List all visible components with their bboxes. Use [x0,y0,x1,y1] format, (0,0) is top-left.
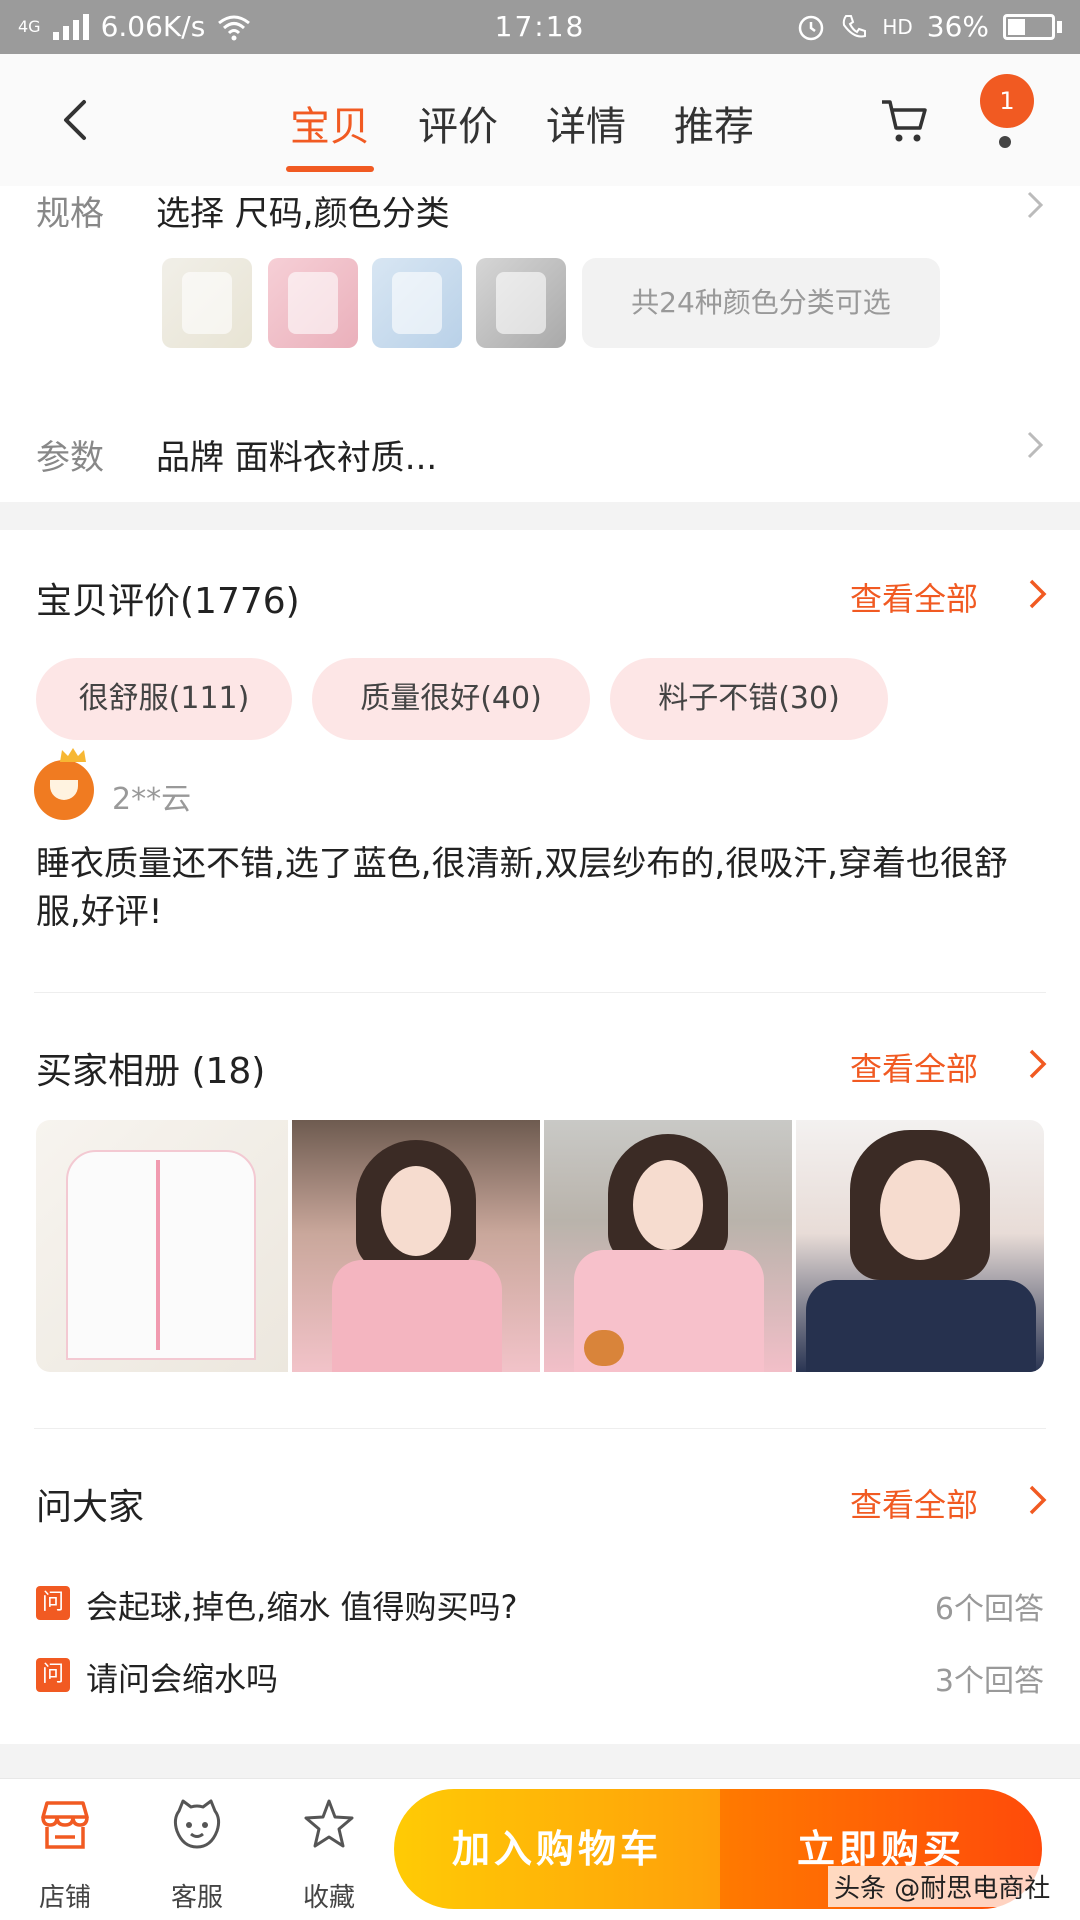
tab-item[interactable]: 宝贝 [286,94,374,172]
tab-bar: 宝贝 评价 详情 推荐 [286,94,754,172]
review-username: 2**云 [112,782,192,817]
crown-icon [60,748,86,762]
status-bar: 4G 6.06K/s 17:18 HD 36% [0,0,1080,54]
color-thumb[interactable] [372,258,462,348]
add-to-cart-button[interactable]: 加入购物车 [394,1789,720,1909]
chevron-right-icon[interactable] [1028,1484,1048,1516]
chevron-right-icon[interactable] [1026,190,1044,220]
notification-badge[interactable]: 1 [980,74,1034,128]
chevron-right-icon[interactable] [1026,430,1044,460]
star-icon [304,1799,354,1848]
divider [34,1428,1046,1429]
qa-answer-count[interactable]: 6个回答 [935,1584,1044,1628]
params-label: 参数 [36,438,104,478]
chevron-right-icon[interactable] [1028,1048,1048,1080]
spec-text[interactable]: 选择 尺码,颜色分类 [156,186,450,235]
cart-icon[interactable] [878,94,930,146]
reviews-title: 宝贝评价(1776) [36,581,300,622]
color-thumb[interactable] [476,258,566,348]
shop-label: 店铺 [38,1883,91,1913]
more-dot-icon[interactable] [999,136,1011,148]
album-photo[interactable] [36,1120,288,1372]
call-icon [843,14,867,37]
back-icon[interactable] [56,98,96,142]
review-tag[interactable]: 质量很好(40) [312,658,590,740]
shop-icon [41,1801,89,1849]
review-tag[interactable]: 料子不错(30) [610,658,888,740]
qa-question[interactable]: 会起球,掉色,缩水 值得购买吗? [86,1582,518,1628]
divider [34,992,1046,993]
review-tag[interactable]: 很舒服(111) [36,658,292,740]
color-thumb[interactable] [162,258,252,348]
reviews-see-all[interactable]: 查看全部 [850,574,978,620]
chevron-right-icon[interactable] [1028,578,1048,610]
tab-reviews[interactable]: 评价 [418,94,498,160]
service-label: 客服 [170,1883,223,1913]
qa-see-all[interactable]: 查看全部 [850,1480,978,1526]
qa-question[interactable]: 请问会缩水吗 [86,1654,278,1700]
color-thumb[interactable] [268,258,358,348]
tab-details[interactable]: 详情 [546,94,626,160]
avatar [34,748,94,820]
question-icon: 问 [36,1586,70,1620]
album-title: 买家相册 (18) [36,1051,266,1092]
alarm-icon [799,15,824,40]
album-see-all[interactable]: 查看全部 [850,1044,978,1090]
hd-indicator: HD [882,14,913,39]
more-colors-button[interactable]: 共24种颜色分类可选 [582,258,940,348]
battery-icon [1003,13,1062,40]
qa-answer-count[interactable]: 3个回答 [935,1656,1044,1700]
tab-recommend[interactable]: 推荐 [674,94,754,160]
customer-service-icon [173,1799,221,1849]
qa-title: 问大家 [36,1487,145,1528]
review-text: 睡衣质量还不错,选了蓝色,很清新,双层纱布的,很吸汗,穿着也很舒服,好评! [36,844,1009,932]
top-nav: 宝贝 评价 详情 推荐 1 [0,54,1080,186]
album-photo[interactable] [292,1120,540,1372]
album-photo[interactable] [544,1120,792,1372]
album-photo[interactable] [796,1120,1044,1372]
watermark: 头条 @耐思电商社 [828,1866,1057,1907]
spec-section: 规格 选择 尺码,颜色分类 共24种颜色分类可选 参数 品牌 面料衣衬质... [0,186,1080,502]
battery-percent: 36% [926,10,989,43]
spec-label: 规格 [36,194,104,234]
params-text[interactable]: 品牌 面料衣衬质... [156,430,437,479]
favorite-label: 收藏 [302,1883,355,1913]
question-icon: 问 [36,1658,70,1692]
